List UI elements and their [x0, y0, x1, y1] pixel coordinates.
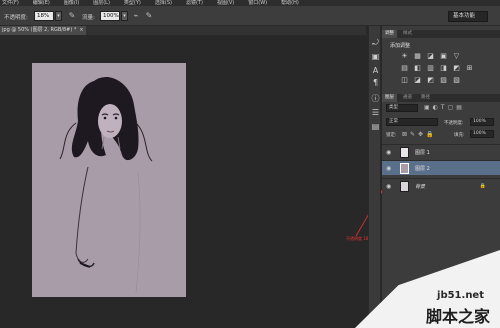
adjustment-row-3: ◫ ◪ ◩ ▨ ▧ — [400, 76, 461, 84]
lock-icon: 🔒 — [479, 183, 486, 189]
blend-mode-select[interactable]: 正常 — [386, 118, 438, 126]
threshold-icon[interactable]: ◩ — [426, 76, 435, 84]
invert-icon[interactable]: ◫ — [400, 76, 409, 84]
layers-tabs: 图层 通道 路径 — [382, 94, 500, 102]
tab-adjustments[interactable]: 调整 — [382, 30, 397, 38]
vibrance-icon[interactable]: ▽ — [452, 52, 461, 60]
posterize-icon[interactable]: ◪ — [413, 76, 422, 84]
visibility-eye-icon[interactable]: ◉ — [386, 165, 391, 172]
lock-icons[interactable]: ⊠✎✥🔒 — [402, 131, 437, 138]
adjustments-tabs: 调整 样式 — [382, 30, 500, 38]
tool-preset-icon[interactable]: ▤ — [371, 122, 380, 131]
layer-name: 背景 — [415, 184, 426, 190]
watermark-url: jb51.net — [437, 290, 484, 301]
layer-opacity-label: 不透明度: — [444, 121, 464, 126]
character-icon[interactable]: A — [371, 66, 380, 75]
properties-icon[interactable]: ☰ — [371, 108, 380, 117]
info-icon[interactable]: ⓘ — [371, 94, 380, 103]
layer-row[interactable]: ◉ 背景 🔒 — [382, 178, 500, 193]
layer-opacity-input[interactable]: 100% — [470, 118, 494, 126]
layer-filter-label: 类型 — [389, 105, 398, 110]
tab-layers[interactable]: 图层 — [382, 94, 397, 102]
blend-mode-value: 正常 — [389, 119, 398, 124]
layer-row[interactable]: ◉ 图层 1 — [382, 144, 500, 159]
layer-thumbnail — [400, 181, 409, 192]
channel-mixer-icon[interactable]: ◩ — [452, 64, 461, 72]
exposure-icon[interactable]: ▣ — [439, 52, 448, 60]
layer-name: 图层 1 — [415, 150, 430, 156]
tab-channels[interactable]: 通道 — [400, 94, 415, 102]
brightness-icon[interactable]: ☀ — [400, 52, 409, 60]
black-white-icon[interactable]: ▥ — [426, 64, 435, 72]
layer-thumbnail — [400, 147, 409, 158]
layer-thumbnail — [400, 163, 409, 174]
lock-label: 锁定: — [386, 133, 397, 138]
add-adjustment-title: 添加调整 — [390, 43, 411, 49]
fill-label: 填充: — [454, 133, 465, 138]
panel-icon-strip: ⤾ ▣ A ¶ ⓘ ☰ ▤ — [368, 26, 381, 328]
tab-paths[interactable]: 路径 — [418, 94, 433, 102]
color-lookup-icon[interactable]: ⊞ — [465, 64, 474, 72]
fill-input[interactable]: 100% — [470, 130, 494, 138]
hue-saturation-icon[interactable]: ▤ — [400, 64, 409, 72]
adjustment-row-1: ☀ ▦ ◪ ▣ ▽ — [400, 52, 461, 60]
visibility-eye-icon[interactable]: ◉ — [386, 149, 391, 156]
selective-color-icon[interactable]: ▧ — [452, 76, 461, 84]
history-icon[interactable]: ⤾ — [371, 38, 380, 47]
layer-filter-icons[interactable]: ▣◐T▢▤ — [424, 104, 465, 111]
brush-preset-icon[interactable]: ▣ — [371, 52, 380, 61]
photo-filter-icon[interactable]: ◨ — [439, 64, 448, 72]
levels-icon[interactable]: ▦ — [413, 52, 422, 60]
layer-filter-select[interactable]: 类型 — [386, 104, 418, 112]
color-balance-icon[interactable]: ◧ — [413, 64, 422, 72]
curves-icon[interactable]: ◪ — [426, 52, 435, 60]
visibility-eye-icon[interactable]: ◉ — [386, 183, 391, 190]
gradient-map-icon[interactable]: ▨ — [439, 76, 448, 84]
adjustment-row-2: ▤ ◧ ▥ ◨ ◩ ⊞ — [400, 64, 474, 72]
layer-name: 图层 2 — [415, 166, 430, 172]
layer-row-selected[interactable]: ◉ 图层 2 — [382, 160, 500, 175]
watermark-brand: 脚本之家 — [425, 307, 490, 326]
tab-styles[interactable]: 样式 — [400, 30, 415, 38]
paragraph-icon[interactable]: ¶ — [371, 78, 380, 87]
